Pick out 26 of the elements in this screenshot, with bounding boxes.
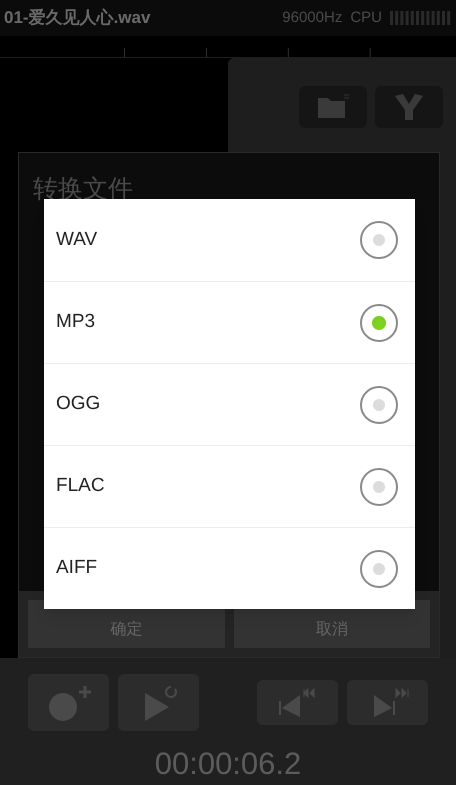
format-label: MP3 [56,310,96,334]
play-button[interactable] [118,674,199,731]
cpu-meter-icon [390,11,452,25]
folder-icon [316,94,350,120]
format-label: FLAC [56,474,105,498]
format-option[interactable]: MP3 [44,281,415,363]
time-display: 00:00:06.2 [154,745,302,783]
format-option[interactable]: AIFF [44,527,415,609]
skip-back-button[interactable] [257,680,338,725]
record-button[interactable] [28,674,109,731]
cpu-label: CPU [350,8,382,28]
radio-button[interactable] [360,386,398,424]
format-label: AIFF [56,556,98,580]
skip-forward-button[interactable] [347,680,428,725]
radio-button[interactable] [360,550,398,588]
open-folder-button[interactable] [299,86,367,128]
format-label: OGG [56,392,100,416]
radio-button[interactable] [360,304,398,342]
file-name: 01-爱久见人心.wav [4,7,150,30]
merge-button[interactable] [375,86,443,128]
radio-button[interactable] [360,468,398,506]
format-label: WAV [56,228,98,252]
format-option[interactable]: OGG [44,363,415,445]
radio-button[interactable] [360,221,398,259]
sample-rate: 96000Hz [282,8,342,28]
format-option[interactable]: FLAC [44,445,415,527]
